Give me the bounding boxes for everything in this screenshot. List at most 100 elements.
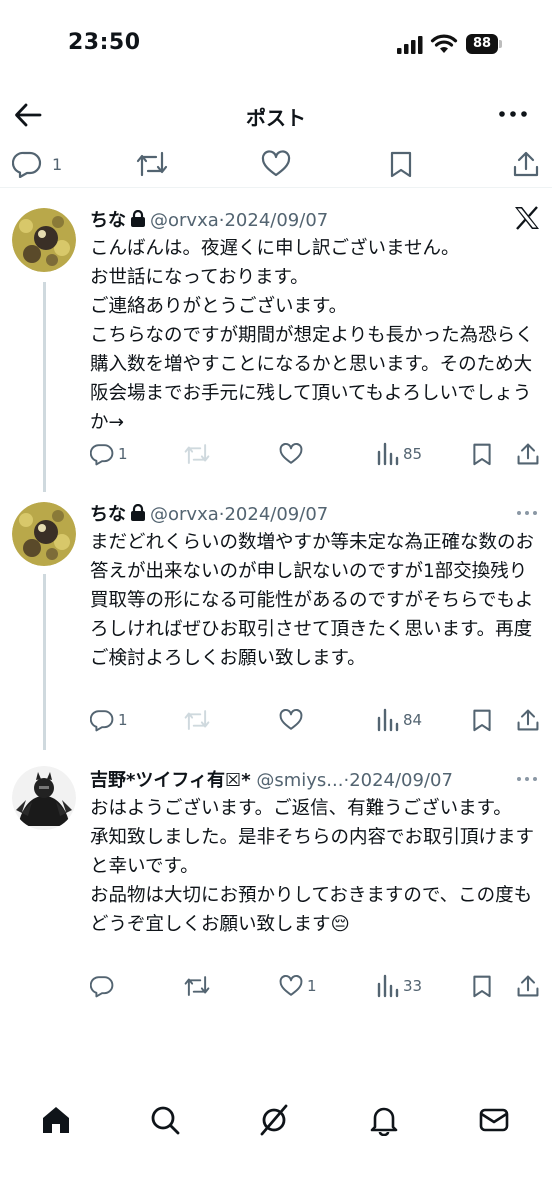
- share-button[interactable]: [516, 442, 540, 468]
- timestamp[interactable]: 2024/09/07: [224, 504, 328, 525]
- view-count: 33: [403, 977, 423, 995]
- post-action-bar: 1: [0, 142, 552, 188]
- retweet-button[interactable]: [184, 974, 210, 1000]
- lock-icon: [131, 504, 145, 521]
- x-logo-icon: [515, 206, 539, 230]
- avatar[interactable]: [12, 502, 76, 566]
- reply-icon: [90, 444, 114, 466]
- avatar[interactable]: [12, 208, 76, 272]
- page-title: ポスト: [246, 106, 306, 130]
- reply-button[interactable]: 1: [90, 708, 130, 734]
- header: ポスト: [0, 92, 552, 138]
- bookmark-icon: [473, 975, 491, 998]
- tweet-text: おはようございます。ご返信、有難うございます。 承知致しました。是非そちらの内容…: [90, 794, 535, 939]
- retweet-icon: [184, 976, 210, 996]
- handle[interactable]: @orvxa: [150, 210, 219, 231]
- tweet-header: ちな @orvxa·2024/09/07: [90, 500, 328, 526]
- retweet-icon: [184, 710, 210, 730]
- views-icon: [377, 442, 399, 466]
- retweet-icon: [136, 151, 168, 177]
- retweet-button: [184, 708, 210, 734]
- more-icon[interactable]: [515, 508, 539, 518]
- battery-icon: 88: [466, 34, 502, 54]
- view-count: 84: [403, 711, 423, 729]
- like-icon: [279, 974, 303, 996]
- bookmark-icon: [473, 443, 491, 466]
- views-button[interactable]: 85: [377, 442, 437, 468]
- tweet-actions: 1 85: [0, 442, 552, 472]
- reply-icon: [90, 710, 114, 732]
- views-icon: [377, 708, 399, 732]
- more-icon[interactable]: [515, 774, 539, 784]
- reply-tweet[interactable]: ちな @orvxa·2024/09/07 まだどれくらいの数増やすか等未定な為正確…: [0, 488, 552, 750]
- bookmark-icon: [390, 151, 412, 178]
- signal-icon: [397, 36, 423, 54]
- notifications-icon[interactable]: [368, 1104, 400, 1136]
- tweet-header: 吉野*ツイフィ有☒* @smiys...·2024/09/07: [90, 766, 453, 792]
- tweet-text: こんばんは。夜遅くに申し訳ございません。 お世話になっております。 ご連絡ありが…: [90, 238, 534, 433]
- like-button[interactable]: 1: [279, 974, 323, 1000]
- messages-icon[interactable]: [478, 1104, 510, 1136]
- like-count: 1: [307, 977, 317, 995]
- pensive-emoji: 😔: [330, 914, 350, 935]
- reply-count: 1: [118, 711, 128, 729]
- like-icon: [279, 442, 303, 464]
- reply-button[interactable]: 1: [90, 442, 130, 468]
- share-icon: [517, 443, 539, 465]
- status-bar: 23:50 88: [0, 0, 552, 90]
- view-count: 85: [403, 445, 423, 463]
- home-icon[interactable]: [40, 1104, 72, 1136]
- reply-count: 1: [118, 445, 128, 463]
- like-button[interactable]: [279, 442, 303, 468]
- like-icon: [261, 150, 291, 177]
- tweet-header: ちな @orvxa·2024/09/07: [90, 206, 328, 232]
- grok-icon[interactable]: [258, 1104, 290, 1136]
- retweet-button: [184, 442, 210, 468]
- share-icon: [513, 151, 539, 177]
- timestamp[interactable]: 2024/09/07: [349, 770, 453, 791]
- share-icon: [517, 709, 539, 731]
- reply-icon: [12, 151, 42, 178]
- avatar[interactable]: [12, 766, 76, 830]
- share-button[interactable]: [516, 708, 540, 734]
- share-button[interactable]: [516, 974, 540, 1000]
- retweet-icon: [184, 444, 210, 464]
- handle[interactable]: @smiys...: [256, 770, 343, 791]
- reply-icon: [90, 976, 114, 998]
- retweet-button[interactable]: [136, 150, 168, 178]
- tweet-actions: 1 84: [0, 708, 552, 738]
- reply-button[interactable]: [90, 974, 116, 1000]
- share-icon: [517, 975, 539, 997]
- views-icon: [377, 974, 399, 998]
- bookmark-icon: [473, 709, 491, 732]
- bookmark-button[interactable]: [471, 442, 493, 468]
- views-button[interactable]: 33: [377, 974, 437, 1000]
- display-name[interactable]: ちな: [90, 210, 126, 231]
- timestamp[interactable]: 2024/09/07: [224, 210, 328, 231]
- reply-count: 1: [52, 155, 63, 174]
- tweet-actions: 1 33: [0, 974, 552, 1004]
- search-icon[interactable]: [149, 1104, 181, 1136]
- more-icon[interactable]: [498, 104, 528, 124]
- bookmark-button[interactable]: [471, 708, 493, 734]
- tweet-text: まだどれくらいの数増やすか等未定な為正確な数のお答えが出来ないのが申し訳ないので…: [90, 532, 535, 669]
- tweet-body: おはようございます。ご返信、有難うございます。 承知致しました。是非そちらの内容…: [90, 798, 535, 935]
- like-button[interactable]: [261, 150, 291, 178]
- bookmark-button[interactable]: [388, 150, 414, 178]
- battery-level: 88: [466, 34, 498, 54]
- share-button[interactable]: [512, 150, 540, 178]
- lock-icon: [131, 210, 145, 227]
- display-name[interactable]: 吉野*ツイフィ有☒*: [90, 770, 251, 791]
- bottom-nav: [0, 1090, 552, 1150]
- bookmark-button[interactable]: [471, 974, 493, 1000]
- reply-tweet[interactable]: ちな @orvxa·2024/09/07 こんばんは。夜遅くに申し訳ございません。…: [0, 196, 552, 492]
- reply-tweet[interactable]: 吉野*ツイフィ有☒* @smiys...·2024/09/07 おはようございま…: [0, 752, 552, 1012]
- status-time: 23:50: [68, 30, 141, 55]
- reply-button[interactable]: 1: [12, 150, 72, 178]
- display-name[interactable]: ちな: [90, 504, 126, 525]
- like-button[interactable]: [279, 708, 303, 734]
- like-icon: [279, 708, 303, 730]
- views-button[interactable]: 84: [377, 708, 437, 734]
- handle[interactable]: @orvxa: [150, 504, 219, 525]
- wifi-icon: [430, 34, 458, 53]
